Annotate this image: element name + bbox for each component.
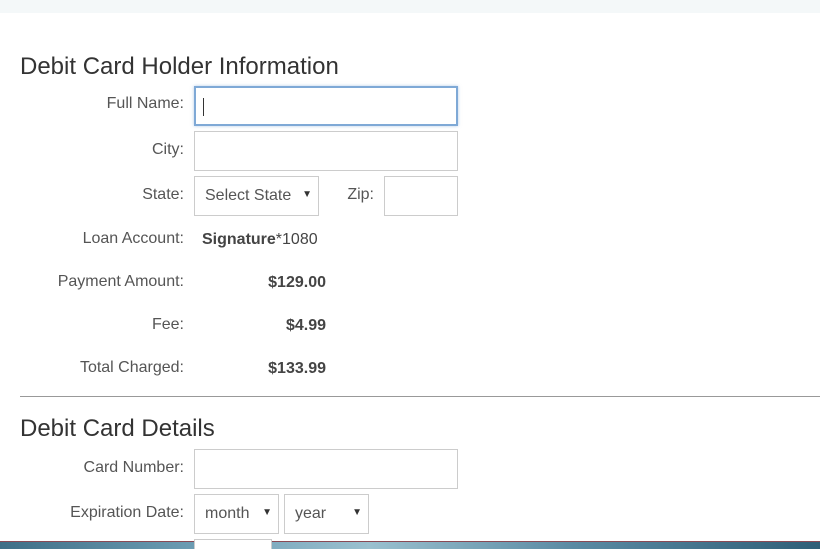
dropdown-arrow-icon: ▼	[302, 189, 312, 200]
card-number-input[interactable]	[194, 449, 458, 489]
total-charged-value: $133.99	[268, 360, 326, 377]
next-field-partial[interactable]	[194, 539, 272, 549]
top-bar	[0, 0, 820, 13]
holder-section-title: Debit Card Holder Information	[20, 53, 339, 80]
year-selected-value: year	[295, 505, 327, 522]
state-label: State:	[142, 186, 184, 203]
background-image-strip	[0, 539, 820, 549]
payment-amount-label: Payment Amount:	[57, 273, 184, 290]
payment-amount-value: $129.00	[268, 274, 326, 291]
loan-account-value: Signature*1080	[202, 231, 318, 249]
dropdown-arrow-icon: ▼	[352, 507, 362, 518]
fee-value: $4.99	[285, 317, 326, 334]
expiration-year-select[interactable]: year ▼	[284, 494, 369, 534]
fee-label: Fee:	[151, 316, 184, 333]
month-selected-value: month	[205, 505, 250, 522]
loan-account-suffix: *1080	[275, 231, 318, 248]
expiration-month-select[interactable]: month ▼	[194, 494, 279, 534]
text-caret	[203, 98, 204, 116]
city-input[interactable]	[194, 131, 458, 171]
city-label: City:	[152, 141, 184, 158]
dropdown-arrow-icon: ▼	[262, 507, 272, 518]
state-selected-value: Select State	[205, 187, 292, 204]
total-charged-label: Total Charged:	[79, 359, 184, 376]
zip-input[interactable]	[384, 176, 458, 216]
state-select[interactable]: Select State ▼	[194, 176, 319, 216]
zip-label: Zip:	[347, 186, 374, 203]
section-divider	[20, 396, 820, 397]
full-name-input[interactable]	[194, 86, 458, 126]
card-number-label: Card Number:	[83, 459, 184, 476]
card-section-title: Debit Card Details	[20, 415, 215, 442]
loan-account-name: Signature	[202, 231, 276, 248]
strip-edge	[0, 541, 820, 542]
full-name-label: Full Name:	[106, 95, 184, 112]
expiration-date-label: Expiration Date:	[70, 504, 184, 521]
loan-account-label: Loan Account:	[82, 230, 184, 247]
